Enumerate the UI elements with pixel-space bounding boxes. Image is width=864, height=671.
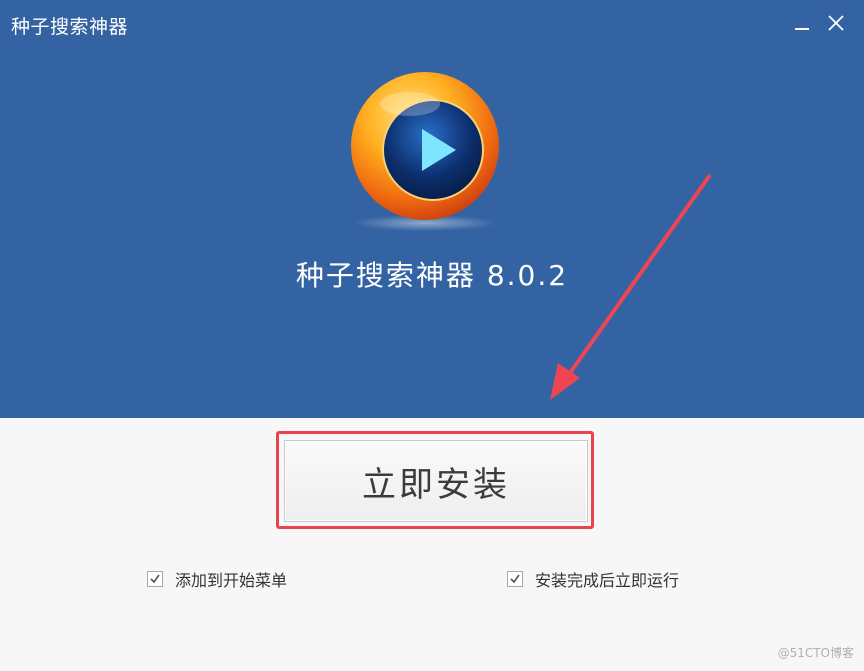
header-banner: 种子搜索神器 种子搜索神器 8.0.2 [0, 0, 864, 418]
watermark: @51CTO博客 [777, 646, 854, 660]
install-button[interactable]: 立即安装 [284, 440, 588, 522]
run-after-install-label: 安装完成后立即运行 [535, 571, 680, 590]
check-icon [510, 574, 520, 584]
close-button[interactable] [823, 10, 849, 36]
add-to-start-menu-option[interactable]: 添加到开始菜单 [147, 567, 287, 591]
play-disc-logo-icon [351, 72, 499, 231]
run-after-install-option[interactable]: 安装完成后立即运行 [507, 567, 679, 591]
product-name: 种子搜索神器 8.0.2 [295, 259, 569, 292]
close-icon [828, 15, 844, 31]
add-to-start-menu-label: 添加到开始菜单 [175, 571, 288, 590]
run-after-install-checkbox[interactable] [507, 571, 523, 587]
check-icon [150, 574, 160, 584]
minimize-button[interactable] [789, 10, 815, 36]
window-title: 种子搜索神器 [11, 16, 129, 38]
installer-window: 种子搜索神器 种子搜索神器 8.0.2 立即安装 添加到开始菜单 安装完成后立即… [0, 0, 864, 671]
add-to-start-menu-checkbox[interactable] [147, 571, 163, 587]
